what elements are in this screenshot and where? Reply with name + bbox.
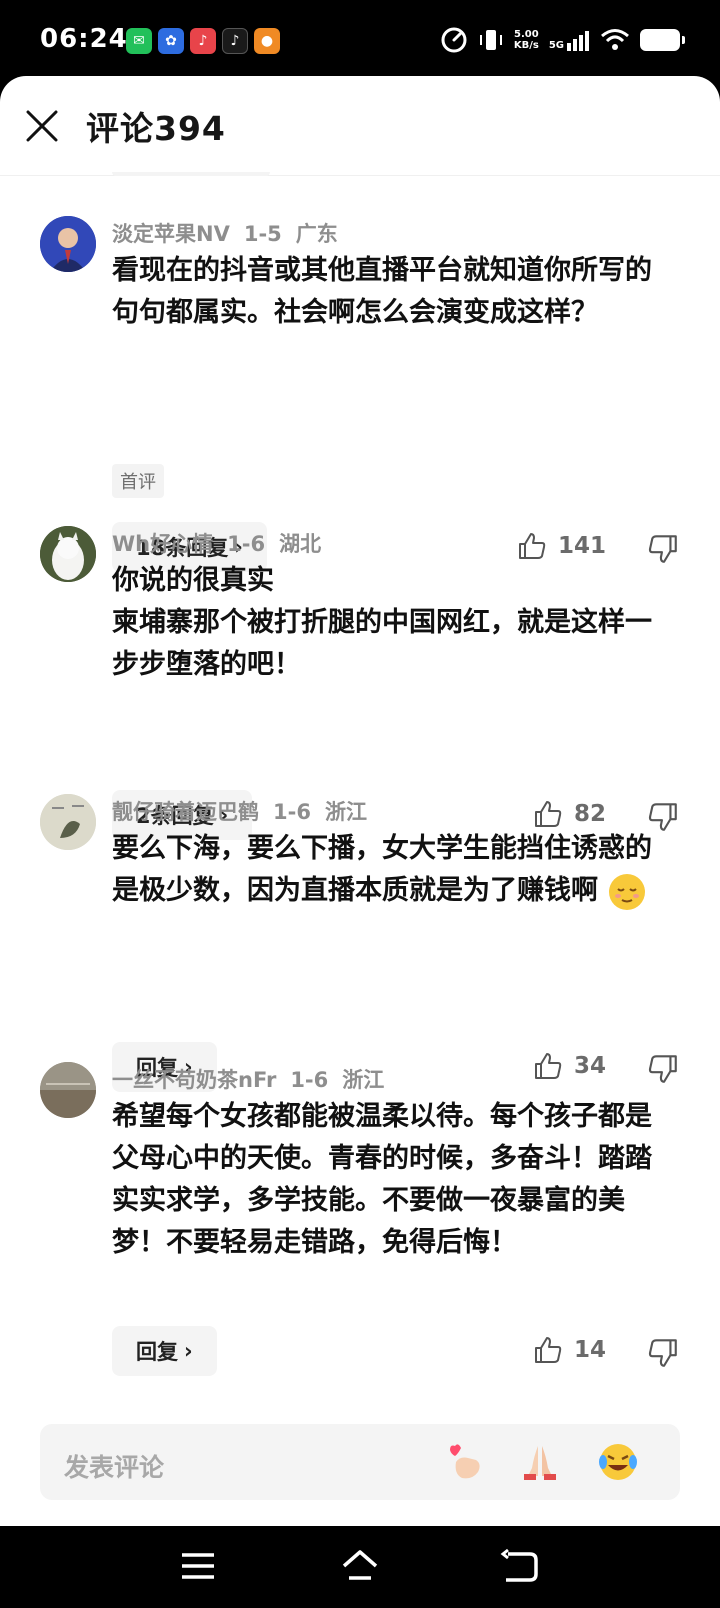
comment-input-bar[interactable]: 发表评论: [40, 1424, 680, 1500]
like-count: 14: [573, 1337, 606, 1363]
back-icon[interactable]: [500, 1548, 540, 1584]
comment-text: 你说的很真实 柬埔寨那个被打折腿的中国网红，就是这样一步步堕落的吧！: [112, 565, 652, 680]
battery-icon: [640, 29, 685, 51]
comment-meta: 淡定苹果NV 1-5 广东: [112, 218, 352, 248]
like-button[interactable]: 82: [532, 798, 606, 830]
comments-header: 评论394: [0, 76, 720, 176]
comment-input[interactable]: 发表评论: [64, 1448, 164, 1484]
comment-username[interactable]: 一丝不苟奶茶nFr: [112, 1068, 276, 1092]
comment-date: 1-6: [290, 1068, 329, 1092]
comment-meta: Wh好心情 1-6 湖北: [112, 528, 335, 558]
first-comment-badge: 首评: [112, 464, 164, 498]
close-icon[interactable]: [22, 106, 62, 146]
comment-username[interactable]: 靓仔骑着迈巴鹤: [112, 800, 259, 824]
thumbs-up-icon: [534, 801, 562, 827]
chevron-right-icon: ›: [184, 1339, 193, 1363]
comment-location: 广东: [295, 222, 338, 246]
avatar[interactable]: [40, 794, 96, 850]
status-bar: 06:24 ✉ ✿ ♪ ♪ ● 5.00 KB/s 5G: [0, 0, 720, 80]
like-button[interactable]: 141: [516, 530, 606, 562]
thumbs-down-icon[interactable]: [646, 1336, 680, 1370]
comment-text: 看现在的抖音或其他直播平台就知道你所写的句句都属实。社会啊怎么会演变成这样？: [112, 255, 652, 328]
comment-location: 湖北: [279, 532, 322, 556]
finger-heart-emoji-icon[interactable]: [442, 1440, 486, 1484]
comment-text: 要么下海，要么下播，女大学生能挡住诱惑的是极少数，因为直播本质就是为了赚钱啊: [112, 828, 672, 912]
comment-meta: 靓仔骑着迈巴鹤 1-6 浙江: [112, 796, 381, 826]
like-button[interactable]: 14: [532, 1334, 606, 1366]
signal-icon: 5G: [549, 29, 590, 51]
tiktok-icon: ♪: [222, 28, 248, 54]
thumbs-up-icon: [518, 533, 546, 559]
comment-date: 1-5: [243, 222, 282, 246]
like-count: 141: [557, 533, 606, 559]
comment-meta: 一丝不苟奶茶nFr 1-6 浙江: [112, 1064, 398, 1094]
comment-date: 1-6: [273, 800, 311, 824]
comments-sheet: 评论394 淡定苹果NV 1-5 广东 看现在的抖音或其他直播平台就知道你所写的句句…: [0, 76, 720, 1526]
previous-reply-button-edge: [112, 172, 270, 176]
system-nav-bar: [0, 1526, 720, 1608]
avatar[interactable]: [40, 526, 96, 582]
avatar[interactable]: [40, 1062, 96, 1118]
thumbs-up-icon: [534, 1053, 562, 1079]
relieved-face-emoji-icon: [609, 873, 646, 910]
menu-icon[interactable]: [178, 1548, 218, 1584]
reply-button[interactable]: 回复 ›: [112, 1326, 217, 1376]
notification-icons: ✉ ✿ ♪ ♪ ●: [126, 28, 280, 54]
like-count: 34: [573, 1053, 606, 1079]
comment-location: 浙江: [324, 800, 367, 824]
avatar[interactable]: [40, 216, 96, 272]
app-red-icon: ♪: [190, 28, 216, 54]
thumbs-down-icon[interactable]: [646, 1052, 680, 1086]
comment-username[interactable]: 淡定苹果NV: [112, 222, 230, 246]
comment-location: 浙江: [342, 1068, 385, 1092]
status-indicators: 5.00 KB/s 5G: [440, 26, 685, 54]
status-time: 06:24: [40, 24, 128, 54]
folded-hands-emoji-icon[interactable]: [518, 1440, 562, 1484]
laughing-tears-emoji-icon[interactable]: [596, 1440, 640, 1484]
net-speed: 5.00 KB/s: [513, 29, 539, 51]
like-count: 82: [573, 801, 606, 827]
speedometer-icon: [441, 27, 467, 53]
comment-date: 1-6: [227, 532, 266, 556]
wifi-icon: [601, 29, 629, 50]
comment-username[interactable]: Wh好心情: [112, 532, 213, 556]
app-orange-icon: ●: [254, 28, 280, 54]
home-icon[interactable]: [340, 1548, 380, 1584]
thumbs-up-icon: [534, 1337, 562, 1363]
comment-text: 希望每个女孩都能被温柔以待。每个孩子都是父母心中的天使。青春的时候，多奋斗！踏踏…: [112, 1101, 652, 1258]
vibrate-icon: [479, 30, 502, 50]
reply-button-label: 回复: [136, 1340, 178, 1364]
baidu-icon: ✿: [158, 28, 184, 54]
page-title: 评论394: [86, 109, 226, 148]
wechat-icon: ✉: [126, 28, 152, 54]
like-button[interactable]: 34: [532, 1050, 606, 1082]
